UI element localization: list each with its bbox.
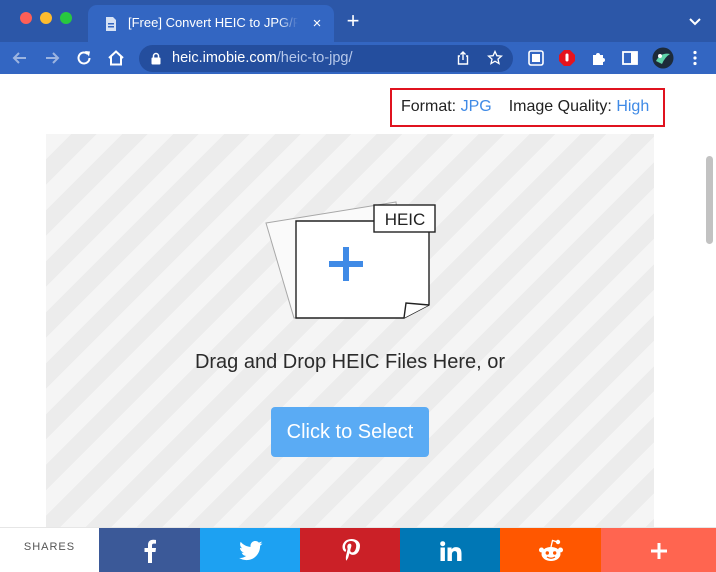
url-path: /heic-to-jpg/	[276, 50, 353, 66]
share-icon[interactable]	[455, 50, 471, 66]
linkedin-icon	[439, 540, 461, 561]
tab-search-icon[interactable]	[527, 49, 545, 67]
pinterest-icon	[342, 538, 360, 561]
url-host: heic.imobie.com	[172, 50, 277, 66]
minimize-window-button[interactable]	[40, 12, 52, 24]
reddit-icon	[538, 539, 563, 561]
back-arrow-icon[interactable]	[10, 48, 30, 68]
tab-active[interactable]: [Free] Convert HEIC to JPG/PNG ×	[88, 5, 334, 42]
tab-title: [Free] Convert HEIC to JPG/PNG	[128, 15, 298, 30]
share-twitter-button[interactable]	[200, 528, 301, 572]
close-window-button[interactable]	[20, 12, 32, 24]
scrollbar[interactable]	[706, 156, 713, 244]
twitter-icon	[238, 540, 262, 560]
quality-label: Image Quality:	[508, 98, 612, 115]
forward-arrow-icon[interactable]	[42, 48, 62, 68]
heic-file-tag: HEIC	[385, 210, 426, 229]
browser-toolbar: heic.imobie.com/heic-to-jpg/	[0, 42, 716, 74]
quality-value-link[interactable]: High	[616, 98, 649, 115]
lock-icon[interactable]	[151, 52, 161, 65]
star-icon[interactable]	[487, 50, 503, 66]
click-to-select-button[interactable]: Click to Select	[271, 407, 429, 457]
document-icon	[106, 17, 116, 31]
format-label: Format:	[401, 98, 457, 115]
chevron-down-icon[interactable]	[686, 12, 704, 30]
share-facebook-button[interactable]	[99, 528, 200, 572]
kebab-menu-icon[interactable]	[686, 49, 704, 67]
home-icon[interactable]	[106, 48, 126, 68]
file-dropzone[interactable]: HEIC Drag and Drop HEIC Files Here, or C…	[46, 134, 654, 534]
puzzle-icon[interactable]	[590, 49, 608, 67]
url-text[interactable]: heic.imobie.com/heic-to-jpg/	[172, 50, 353, 66]
new-tab-button[interactable]: +	[342, 10, 364, 32]
share-more-button[interactable]	[601, 528, 716, 572]
shares-label: SHARES	[23, 541, 76, 553]
share-bar: SHARES	[0, 527, 716, 572]
adblock-icon[interactable]	[558, 49, 576, 67]
address-bar[interactable]: heic.imobie.com/heic-to-jpg/	[139, 45, 513, 72]
facebook-icon	[144, 539, 156, 563]
page-content: Format: JPG Image Quality: High HEIC Drag…	[0, 74, 716, 572]
maximize-window-button[interactable]	[60, 12, 72, 24]
share-reddit-button[interactable]	[500, 528, 601, 572]
format-settings: Format: JPG Image Quality: High	[401, 98, 649, 116]
close-icon[interactable]: ×	[308, 15, 326, 33]
heic-upload-illustration: HEIC	[265, 201, 436, 319]
reload-icon[interactable]	[74, 48, 94, 68]
format-value-link[interactable]: JPG	[461, 98, 492, 115]
side-panel-icon[interactable]	[621, 49, 639, 67]
avatar[interactable]	[652, 47, 674, 69]
browser-titlebar: [Free] Convert HEIC to JPG/PNG × +	[0, 0, 716, 42]
format-settings-highlight: Format: JPG Image Quality: High	[390, 88, 665, 127]
drop-instruction: Drag and Drop HEIC Files Here, or	[194, 351, 506, 373]
share-pinterest-button[interactable]	[300, 528, 401, 572]
share-linkedin-button[interactable]	[400, 528, 501, 572]
plus-icon	[650, 542, 667, 559]
